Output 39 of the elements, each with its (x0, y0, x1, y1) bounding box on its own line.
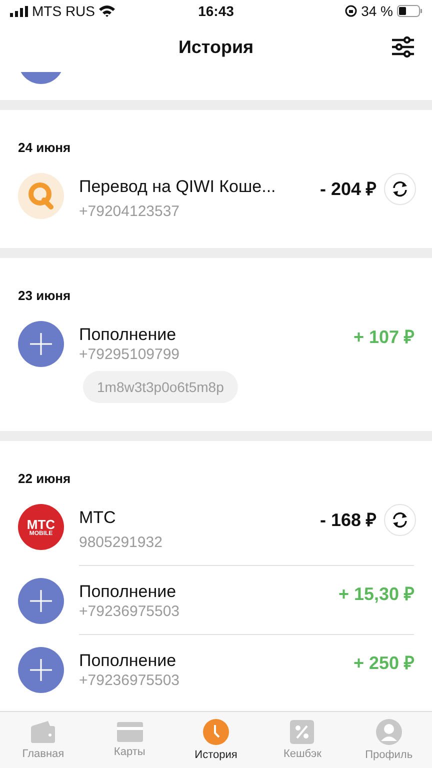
date-heading: 23 июня (17, 288, 72, 303)
transaction-phone: +79236975503 (79, 603, 181, 620)
clock-time: 16:43 (198, 3, 234, 19)
battery-icon (396, 5, 422, 17)
date-heading: 22 июня (17, 471, 72, 486)
date-heading: 24 июня (17, 140, 72, 155)
transaction-amount: + 107 ₽ (353, 326, 414, 348)
transaction-amount: + 15,30 ₽ (338, 583, 414, 605)
battery-percent: 34 % (361, 3, 393, 19)
transaction-title[interactable]: Пополнение (79, 321, 346, 345)
transaction-title[interactable]: Пополнение (79, 578, 330, 602)
repeat-button[interactable] (384, 173, 416, 205)
transaction-phone: +79204123537 (79, 203, 181, 220)
comment-bubble: 1m8w3t3p0o6t5m8p (83, 371, 238, 403)
clock-icon (203, 719, 230, 745)
transaction-title[interactable]: Пополнение (79, 647, 346, 671)
signal-icon (10, 6, 28, 16)
rotation-lock-icon (345, 5, 358, 17)
transaction-phone: 9805291932 (79, 534, 164, 551)
refresh-icon (391, 511, 409, 529)
transaction-title[interactable]: Перевод на QIWI Коше... (79, 173, 312, 197)
qiwi-logo-icon (18, 173, 64, 219)
refresh-icon (391, 180, 409, 198)
percent-icon (290, 720, 314, 744)
card-icon (116, 722, 143, 742)
profile-icon (376, 719, 402, 745)
transaction-phone: +79295109799 (79, 346, 181, 363)
transaction-phone: +79236975503 (79, 672, 181, 689)
wallet-icon (30, 720, 56, 744)
transaction-amount: + 250 ₽ (353, 652, 414, 674)
filter-icon[interactable] (392, 36, 414, 58)
transaction-title[interactable]: МТС (79, 504, 312, 528)
carrier-name: MTS RUS (32, 3, 95, 19)
transaction-amount: - 204 ₽ (320, 178, 376, 200)
repeat-button[interactable] (384, 504, 416, 536)
tab-bar-item[interactable]: История (172, 712, 260, 768)
transaction-amount: - 168 ₽ (320, 509, 376, 531)
wifi-icon (99, 5, 115, 17)
screen-title: История (178, 36, 254, 58)
